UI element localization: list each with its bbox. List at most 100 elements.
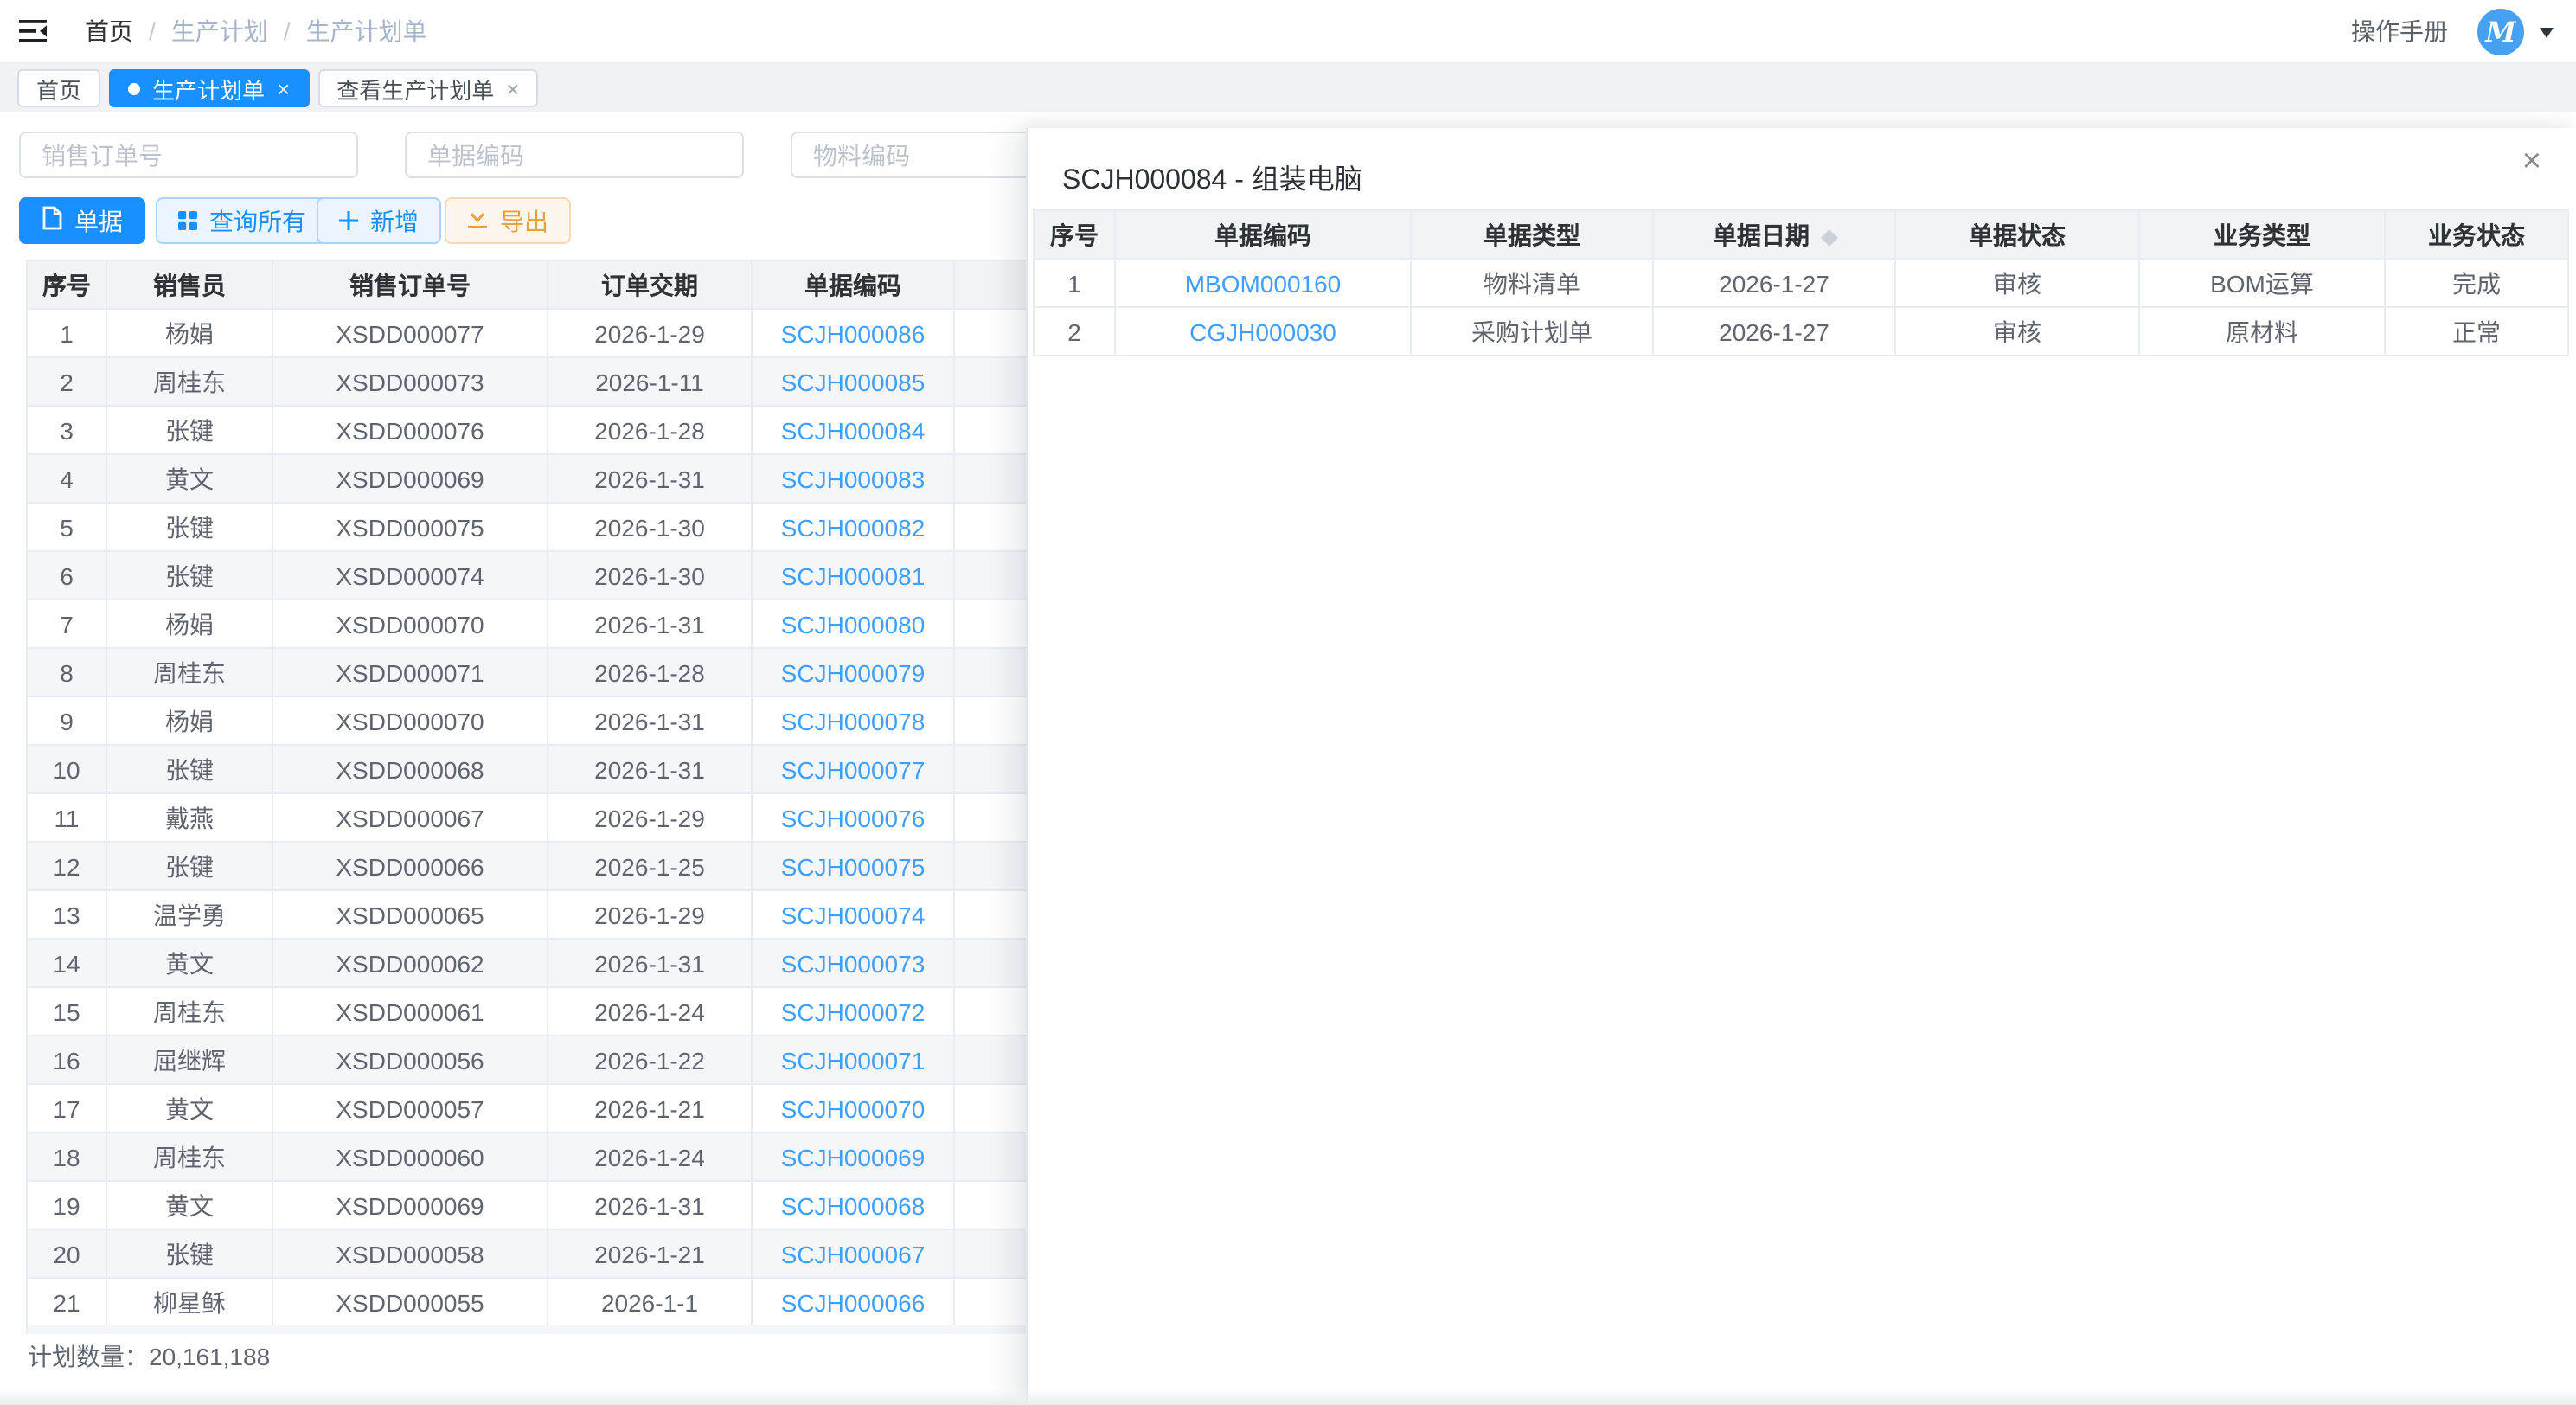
doc-code-link[interactable]: SCJH000078 <box>781 707 926 735</box>
doc-code-input[interactable] <box>405 132 744 178</box>
table-row: 3张键XSDD0000762026-1-28SCJH000084 <box>27 406 1041 454</box>
main-table-body: 1杨娟XSDD0000772026-1-29SCJH0000862周桂东XSDD… <box>27 309 1041 1326</box>
doc-code-link[interactable]: SCJH000071 <box>781 1046 926 1074</box>
table-row: 9杨娟XSDD0000702026-1-31SCJH000078 <box>27 696 1041 745</box>
export-label: 导出 <box>500 203 548 238</box>
col-doc-date[interactable]: 单据日期 <box>1653 210 1895 259</box>
breadcrumb-level1[interactable]: 生产计划 <box>171 14 268 48</box>
col-seller: 销售员 <box>106 260 272 309</box>
panel-title: SCJH000084 - 组装电脑 <box>1062 156 1362 197</box>
col-biz-status: 业务状态 <box>2385 210 2568 259</box>
breadcrumb: 首页 / 生产计划 / 生产计划单 <box>85 14 427 48</box>
col-sales-order: 销售订单号 <box>272 260 548 309</box>
table-row: 7杨娟XSDD0000702026-1-31SCJH000080 <box>27 600 1041 648</box>
plus-icon <box>339 207 358 234</box>
tab-view-production-plan[interactable]: 查看生产计划单 × <box>317 69 538 107</box>
tab-label: 生产计划单 <box>152 72 265 105</box>
plan-quantity-summary: 计划数量：20,161,188 <box>28 1339 270 1374</box>
doc-code-link[interactable]: SCJH000070 <box>781 1094 926 1122</box>
table-row: 18周桂东XSDD0000602026-1-24SCJH000069 <box>27 1132 1041 1181</box>
table-row: 15周桂东XSDD0000612026-1-24SCJH000072 <box>27 987 1041 1036</box>
doc-code-link[interactable]: SCJH000081 <box>781 561 926 589</box>
tab-strip: 首页 生产计划单 × 查看生产计划单 × <box>0 64 2576 112</box>
tab-close-icon[interactable]: × <box>277 77 290 99</box>
doc-code-link[interactable]: SCJH000074 <box>781 901 926 928</box>
doc-code-link[interactable]: SCJH000066 <box>781 1288 926 1316</box>
doc-code-link[interactable]: SCJH000079 <box>781 658 926 686</box>
doc-code-link[interactable]: SCJH000080 <box>781 610 926 638</box>
doc-code-link[interactable]: SCJH000082 <box>781 513 926 541</box>
table-row: 14黄文XSDD0000622026-1-31SCJH000073 <box>27 939 1041 987</box>
doc-code-link[interactable]: MBOM000160 <box>1185 269 1342 297</box>
table-header-row: 序号 单据编码 单据类型 单据日期 单据状态 业务类型 业务状态 <box>1034 210 2568 259</box>
doc-code-link[interactable]: SCJH000072 <box>781 998 926 1025</box>
table-row: 8周桂东XSDD0000712026-1-28SCJH000079 <box>27 648 1041 696</box>
col-doc-code: 单据编码 <box>752 260 954 309</box>
manual-link[interactable]: 操作手册 <box>2351 14 2448 48</box>
tab-home[interactable]: 首页 <box>17 69 100 107</box>
table-row: 13温学勇XSDD0000652026-1-29SCJH000074 <box>27 890 1041 939</box>
content-area: 单据 查询所有 新增 <box>0 112 2576 1405</box>
col-doc-type: 单据类型 <box>1411 210 1653 259</box>
col-seq: 序号 <box>1034 210 1115 259</box>
table-row: 19黄文XSDD0000692026-1-31SCJH000068 <box>27 1181 1041 1229</box>
doc-code-link[interactable]: SCJH000086 <box>781 319 926 347</box>
table-row: 6张键XSDD0000742026-1-30SCJH000081 <box>27 551 1041 600</box>
user-avatar[interactable]: M <box>2477 8 2524 55</box>
sales-order-input[interactable] <box>19 132 358 178</box>
breadcrumb-level2[interactable]: 生产计划单 <box>306 14 427 48</box>
table-row: 2周桂东XSDD0000732026-1-11SCJH000085 <box>27 357 1041 406</box>
table-row: 1MBOM000160物料清单2026-1-27审核BOM运算完成 <box>1034 259 2568 307</box>
table-row: 21柳星稣XSDD0000552026-1-1SCJH000066 <box>27 1278 1041 1326</box>
detail-panel: SCJH000084 - 组装电脑 × 序号 单据编码 单据类型 单据日期 单据… <box>1026 128 2576 1405</box>
table-row: 16屈继辉XSDD0000562026-1-22SCJH000071 <box>27 1036 1041 1084</box>
related-docs-table: 序号 单据编码 单据类型 单据日期 单据状态 业务类型 业务状态 1MBOM00… <box>1033 209 2569 356</box>
col-doc-code: 单据编码 <box>1115 210 1411 259</box>
doc-code-link[interactable]: CGJH000030 <box>1189 318 1336 345</box>
doc-code-link[interactable]: SCJH000075 <box>781 852 926 880</box>
table-row: 10张键XSDD0000682026-1-31SCJH000077 <box>27 745 1041 793</box>
doc-code-link[interactable]: SCJH000073 <box>781 949 926 977</box>
breadcrumb-home[interactable]: 首页 <box>85 14 133 48</box>
tab-production-plan[interactable]: 生产计划单 × <box>109 69 309 107</box>
col-seq: 序号 <box>27 260 106 309</box>
panel-close-icon[interactable]: × <box>2522 145 2541 178</box>
doc-code-link[interactable]: SCJH000084 <box>781 416 926 444</box>
doc-code-link[interactable]: SCJH000067 <box>781 1240 926 1267</box>
col-delivery-date: 订单交期 <box>548 260 752 309</box>
table-header-row: 序号 销售员 销售订单号 订单交期 单据编码 <box>27 260 1041 309</box>
table-row: 11戴燕XSDD0000672026-1-29SCJH000076 <box>27 793 1041 842</box>
active-dot-icon <box>128 82 140 94</box>
table-row: 2CGJH000030采购计划单2026-1-27审核原材料正常 <box>1034 307 2568 356</box>
doc-code-link[interactable]: SCJH000077 <box>781 755 926 783</box>
doc-code-link[interactable]: SCJH000069 <box>781 1143 926 1171</box>
doc-button[interactable]: 单据 <box>19 197 145 244</box>
table-row: 5张键XSDD0000752026-1-30SCJH000082 <box>27 503 1041 551</box>
add-button[interactable]: 新增 <box>317 197 441 244</box>
table-row: 4黄文XSDD0000692026-1-31SCJH000083 <box>27 454 1041 503</box>
col-biz-type: 业务类型 <box>2139 210 2385 259</box>
app-window: 首页 / 生产计划 / 生产计划单 操作手册 M 首页 生产计划单 × 查看生产… <box>0 0 2576 1405</box>
user-menu-caret-icon[interactable] <box>2540 28 2554 45</box>
query-all-button[interactable]: 查询所有 <box>156 197 329 244</box>
col-doc-status: 单据状态 <box>1895 210 2139 259</box>
export-button[interactable]: 导出 <box>445 197 571 244</box>
collapse-menu-icon[interactable] <box>19 19 48 43</box>
doc-code-link[interactable]: SCJH000083 <box>781 465 926 492</box>
table-row: 1杨娟XSDD0000772026-1-29SCJH000086 <box>27 309 1041 357</box>
summary-label: 计划数量： <box>28 1343 149 1370</box>
table-row: 17黄文XSDD0000572026-1-21SCJH000070 <box>27 1084 1041 1132</box>
tab-close-icon[interactable]: × <box>506 77 519 99</box>
production-plan-table: 序号 销售员 销售订单号 订单交期 单据编码 1杨娟XSDD0000772026… <box>26 260 1041 1327</box>
query-all-label: 查询所有 <box>209 203 306 238</box>
next-row-sliver <box>26 1325 1028 1334</box>
summary-value: 20,161,188 <box>149 1343 270 1370</box>
doc-code-link[interactable]: SCJH000076 <box>781 804 926 831</box>
doc-code-link[interactable]: SCJH000085 <box>781 368 926 395</box>
grid-icon <box>178 207 197 234</box>
breadcrumb-separator: / <box>149 17 156 45</box>
doc-code-link[interactable]: SCJH000068 <box>781 1191 926 1219</box>
table-row: 12张键XSDD0000662026-1-25SCJH000075 <box>27 842 1041 890</box>
panel-table-body: 1MBOM000160物料清单2026-1-27审核BOM运算完成2CGJH00… <box>1034 259 2568 356</box>
sort-icon[interactable] <box>1821 228 1838 246</box>
